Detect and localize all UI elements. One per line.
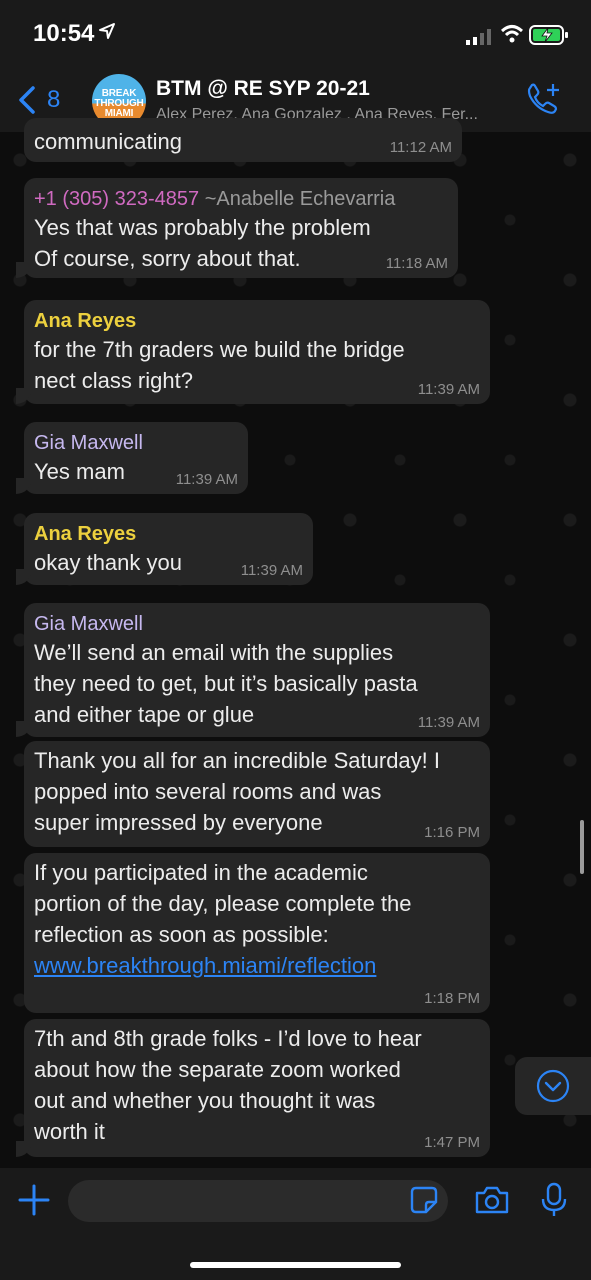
message-bubble[interactable]: If you participated in the academic port… bbox=[24, 853, 490, 1013]
message-bubble[interactable]: Ana Reyes okay thank you 11:39 AM bbox=[16, 513, 313, 585]
message-input[interactable] bbox=[68, 1180, 448, 1222]
message-time: 1:16 PM bbox=[424, 824, 480, 841]
message-bubble[interactable]: 7th and 8th grade folks - I’d love to he… bbox=[16, 1019, 490, 1157]
chevron-down-circle-icon bbox=[536, 1069, 570, 1103]
message-text: popped into several rooms and was bbox=[34, 779, 382, 804]
message-bubble[interactable]: Thank you all for an incredible Saturday… bbox=[24, 741, 490, 847]
message-sender: Ana Reyes bbox=[34, 523, 137, 545]
message-text: portion of the day, please complete the bbox=[34, 891, 412, 916]
scroll-to-bottom-button[interactable] bbox=[515, 1057, 591, 1115]
add-call-icon[interactable] bbox=[524, 82, 562, 118]
message-text: Thank you all for an incredible Saturday… bbox=[34, 748, 441, 773]
message-bubble[interactable]: +1 (305) 323-4857 ~Anabelle Echevarria Y… bbox=[16, 178, 458, 278]
message-time: 11:39 AM bbox=[417, 714, 480, 731]
sender-phone: +1 (305) 323-4857 bbox=[34, 188, 200, 210]
back-chevron-icon[interactable] bbox=[16, 86, 38, 114]
message-text: super impressed by everyone bbox=[34, 810, 323, 835]
sender-alias: ~Anabelle Echevarria bbox=[204, 188, 396, 210]
message-time: 11:39 AM bbox=[175, 471, 238, 488]
message-bubble[interactable]: Gia Maxwell We’ll send an email with the… bbox=[16, 603, 490, 737]
message-text: out and whether you thought it was bbox=[34, 1088, 376, 1113]
message-time: 11:12 AM bbox=[389, 139, 452, 156]
microphone-icon[interactable] bbox=[540, 1182, 568, 1218]
message-sender: Gia Maxwell bbox=[34, 432, 143, 454]
avatar-logo: BREAK THROUGH MIAMI bbox=[94, 88, 144, 119]
message-text: If you participated in the academic bbox=[34, 860, 368, 885]
message-bubble[interactable]: communicating 11:12 AM bbox=[24, 118, 462, 162]
chat-title[interactable]: BTM @ RE SYP 20-21 bbox=[156, 77, 370, 101]
message-text: worth it bbox=[34, 1119, 105, 1144]
message-sender: Gia Maxwell bbox=[34, 613, 143, 635]
scroll-indicator[interactable] bbox=[580, 820, 584, 874]
message-text: We’ll send an email with the supplies bbox=[34, 640, 394, 665]
message-bubble[interactable]: Ana Reyes for the 7th graders we build t… bbox=[16, 300, 490, 404]
camera-icon[interactable] bbox=[474, 1185, 510, 1215]
message-time: 1:18 PM bbox=[424, 990, 480, 1007]
message-text: and either tape or glue bbox=[34, 702, 255, 727]
message-time: 11:39 AM bbox=[417, 381, 480, 398]
message-text: 7th and 8th grade folks - I’d love to he… bbox=[34, 1026, 422, 1051]
message-text: for the 7th graders we build the bridge bbox=[34, 337, 405, 362]
message-time: 1:47 PM bbox=[424, 1134, 480, 1151]
home-indicator bbox=[190, 1262, 401, 1268]
message-text: reflection as soon as possible: bbox=[34, 922, 329, 947]
status-time: 10:54 bbox=[33, 20, 95, 47]
message-time: 11:18 AM bbox=[385, 255, 448, 272]
message-time: 11:39 AM bbox=[240, 562, 303, 579]
sticker-icon[interactable] bbox=[410, 1186, 438, 1214]
plus-icon[interactable] bbox=[18, 1184, 50, 1216]
location-arrow-icon bbox=[99, 23, 115, 39]
message-sender: +1 (305) 323-4857 ~Anabelle Echevarria bbox=[34, 186, 448, 212]
message-bubble[interactable]: Gia Maxwell Yes mam 11:39 AM bbox=[16, 422, 248, 494]
battery-charging-icon bbox=[529, 25, 568, 45]
wifi-icon bbox=[500, 25, 524, 43]
message-text: Yes that was probably the problem bbox=[34, 215, 371, 240]
message-text: about how the separate zoom worked bbox=[34, 1057, 401, 1082]
message-text: nect class right? bbox=[34, 368, 193, 393]
message-text: they need to get, but it’s basically pas… bbox=[34, 671, 418, 696]
cellular-signal-icon bbox=[466, 29, 491, 45]
message-sender: Ana Reyes bbox=[34, 310, 137, 332]
back-unread-count[interactable]: 8 bbox=[47, 86, 60, 114]
reflection-link[interactable]: www.breakthrough.miami/reflection bbox=[34, 950, 480, 981]
